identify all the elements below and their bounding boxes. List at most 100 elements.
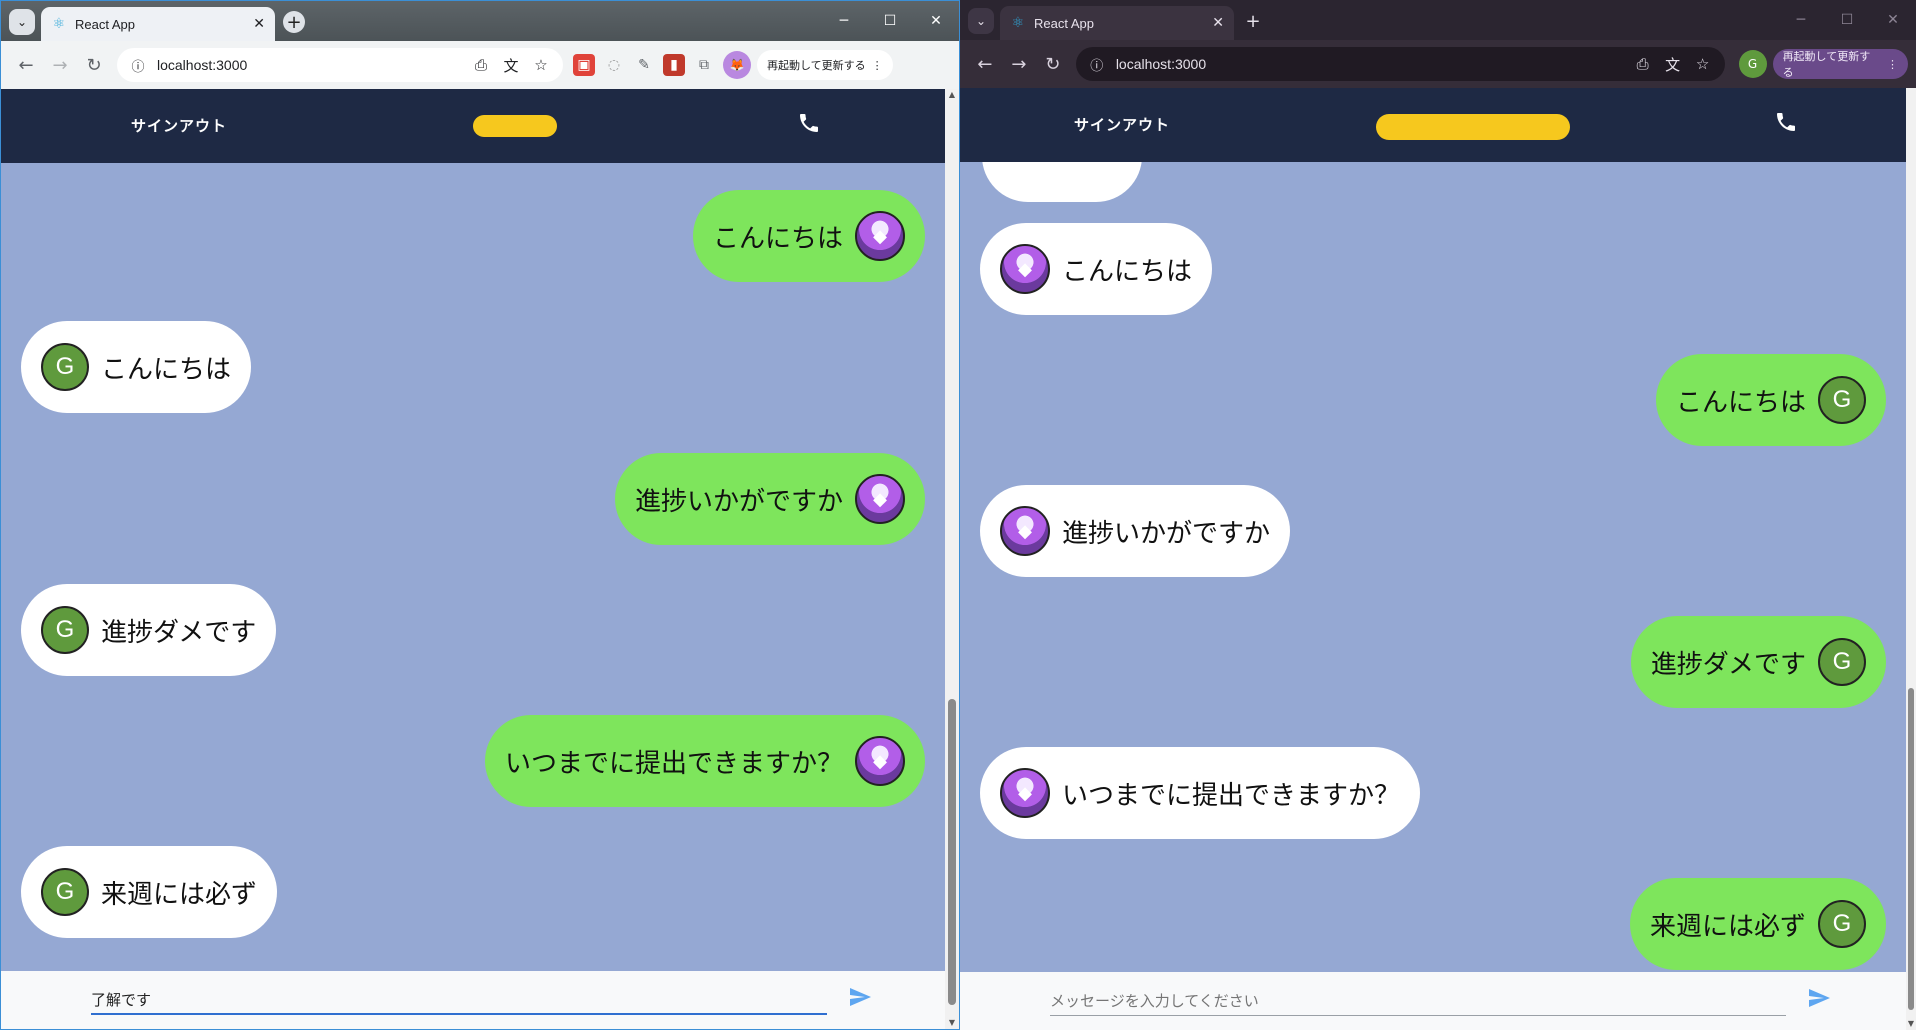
avatar: G <box>1818 900 1866 948</box>
minimize-icon[interactable]: ─ <box>821 1 867 41</box>
avatar: G <box>41 343 89 391</box>
message-bubble: ◆ こんにちは <box>980 223 1213 315</box>
tab-title: React App <box>1034 15 1094 31</box>
star-icon[interactable]: ☆ <box>531 56 551 74</box>
app-header: サインアウト <box>960 88 1906 162</box>
profile-avatar[interactable]: G <box>1738 50 1767 78</box>
scroll-down-icon[interactable]: ▼ <box>1906 1018 1916 1030</box>
close-window-icon[interactable]: ✕ <box>913 1 959 41</box>
message-bubble: 進捗いかがですか ◆ <box>614 453 925 545</box>
message-input[interactable] <box>1050 986 1786 1016</box>
scroll-up-icon[interactable]: ▲ <box>945 89 959 101</box>
window-controls: ─ ☐ ✕ <box>821 1 959 41</box>
phone-icon[interactable] <box>797 111 821 135</box>
redacted-title <box>1376 114 1570 140</box>
install-icon[interactable]: ⎙ <box>471 56 491 74</box>
phone-icon[interactable] <box>1774 110 1798 134</box>
message-bubble-partial <box>982 162 1142 202</box>
site-info-icon[interactable]: ⓘ <box>1088 55 1106 74</box>
fox-avatar-icon: ◆ <box>855 211 905 261</box>
scroll-thumb[interactable] <box>948 699 956 1005</box>
address-bar[interactable]: ⓘ localhost:3000 ⎙ 文 ☆ <box>117 48 563 82</box>
url-text: localhost:3000 <box>157 57 248 73</box>
message-bubble: G 進捗ダメです <box>21 584 277 676</box>
input-bar <box>1 971 945 1029</box>
input-bar <box>960 972 1906 1030</box>
scrollbar[interactable]: ▲ ▼ <box>945 89 959 1029</box>
extension-gray-icon[interactable]: ◌ <box>603 54 625 76</box>
react-favicon-icon: ⚛ <box>1011 15 1025 31</box>
message-bubble: いつまでに提出できますか？ ◆ <box>484 715 925 807</box>
tab-dropdown-icon[interactable]: ⌄ <box>968 8 994 34</box>
app-header: サインアウト <box>1 89 945 163</box>
message-text: 進捗いかがですか <box>634 486 843 517</box>
translate-icon[interactable]: 文 <box>1663 54 1683 75</box>
close-icon[interactable]: ✕ <box>253 17 265 31</box>
scroll-thumb[interactable] <box>1908 688 1914 1010</box>
message-bubble: ◆ 進捗いかがですか <box>980 485 1291 577</box>
star-icon[interactable]: ☆ <box>1693 55 1713 73</box>
signout-button[interactable]: サインアウト <box>131 115 227 136</box>
browser-tab[interactable]: ⚛ React App ✕ <box>1000 6 1234 40</box>
message-text: こんにちは <box>712 223 843 254</box>
message-bubble: ◆ いつまでに提出できますか？ <box>980 747 1421 839</box>
relaunch-label: 再起動して更新する <box>1782 50 1871 79</box>
relaunch-button[interactable]: 再起動して更新する ⋮ <box>757 50 893 80</box>
message-text: いつまでに提出できますか？ <box>504 748 843 779</box>
message-input[interactable] <box>91 985 827 1015</box>
extension-book-icon[interactable]: ▮ <box>663 54 685 76</box>
back-icon[interactable]: ← <box>9 48 43 82</box>
browser-toolbar: ← → ↻ ⓘ localhost:3000 ⎙ 文 ☆ G 再起動して更新する… <box>960 40 1916 88</box>
forward-icon[interactable]: → <box>1002 47 1036 81</box>
forward-icon[interactable]: → <box>43 48 77 82</box>
scrollbar[interactable]: ▼ <box>1906 88 1916 1030</box>
message-text: こんにちは <box>1062 256 1193 287</box>
send-icon[interactable] <box>1806 986 1832 1010</box>
browser-window-left: ⌄ ⚛ React App ✕ + ─ ☐ ✕ ← → ↻ ⓘ localhos… <box>0 0 960 1030</box>
site-info-icon[interactable]: ⓘ <box>129 56 147 75</box>
message-list: ◆ こんにちは こんにちは G ◆ 進捗いかがですか 進捗ダメです G ◆ いつ… <box>960 162 1906 972</box>
title-bar: ⌄ ⚛ React App ✕ + ─ ☐ ✕ <box>1 1 959 41</box>
scroll-down-icon[interactable]: ▼ <box>945 1017 959 1029</box>
window-controls: ─ ☐ ✕ <box>1778 0 1916 40</box>
minimize-icon[interactable]: ─ <box>1778 0 1824 40</box>
message-list: こんにちは ◆ G こんにちは 進捗いかがですか ◆ G 進捗ダメです いつまで… <box>1 163 945 971</box>
kebab-menu-icon[interactable]: ⋮ <box>1887 58 1898 71</box>
browser-tab[interactable]: ⚛ React App ✕ <box>41 7 275 41</box>
send-icon[interactable] <box>847 985 873 1009</box>
plus-icon[interactable]: + <box>1242 10 1264 32</box>
profile-avatar[interactable]: 🦊 <box>723 51 751 79</box>
avatar: G <box>41 868 89 916</box>
extension-pen-icon[interactable]: ✎ <box>633 54 655 76</box>
react-favicon-icon: ⚛ <box>52 16 66 32</box>
message-bubble: 来週には必ず G <box>1629 878 1886 970</box>
fox-avatar-icon: ◆ <box>1000 244 1050 294</box>
tab-title: React App <box>75 16 135 32</box>
browser-toolbar: ← → ↻ ⓘ localhost:3000 ⎙ 文 ☆ ▣ ◌ ✎ ▮ ⧉ 🦊… <box>1 41 959 89</box>
message-bubble: G 来週には必ず <box>21 846 278 938</box>
kebab-menu-icon[interactable]: ⋮ <box>872 59 883 72</box>
chat-app: サインアウト ◆ こんにちは こんにちは G ◆ 進捗いかがですか 進捗ダメです <box>960 88 1906 1030</box>
fox-avatar-icon: ◆ <box>855 474 905 524</box>
signout-button[interactable]: サインアウト <box>1074 114 1170 135</box>
reload-icon[interactable]: ↻ <box>77 48 111 82</box>
extension-red-icon[interactable]: ▣ <box>573 54 595 76</box>
extension-icon[interactable]: ⧉ <box>693 54 715 76</box>
plus-icon[interactable]: + <box>283 11 305 33</box>
translate-icon[interactable]: 文 <box>501 55 521 76</box>
close-icon[interactable]: ✕ <box>1212 16 1224 30</box>
close-window-icon[interactable]: ✕ <box>1870 0 1916 40</box>
back-icon[interactable]: ← <box>968 47 1002 81</box>
relaunch-button[interactable]: 再起動して更新する ⋮ <box>1772 49 1909 79</box>
url-text: localhost:3000 <box>1115 56 1207 72</box>
install-icon[interactable]: ⎙ <box>1633 55 1653 73</box>
message-text: いつまでに提出できますか？ <box>1062 780 1401 811</box>
reload-icon[interactable]: ↻ <box>1036 47 1070 81</box>
maximize-icon[interactable]: ☐ <box>1824 0 1870 40</box>
address-bar[interactable]: ⓘ localhost:3000 ⎙ 文 ☆ <box>1075 47 1725 81</box>
message-bubble: 進捗ダメです G <box>1630 616 1886 708</box>
relaunch-label: 再起動して更新する <box>767 59 866 72</box>
tab-dropdown-icon[interactable]: ⌄ <box>9 9 35 35</box>
chat-app: サインアウト こんにちは ◆ G こんにちは 進捗いかがですか ◆ G 進捗ダメ… <box>1 89 945 1029</box>
maximize-icon[interactable]: ☐ <box>867 1 913 41</box>
